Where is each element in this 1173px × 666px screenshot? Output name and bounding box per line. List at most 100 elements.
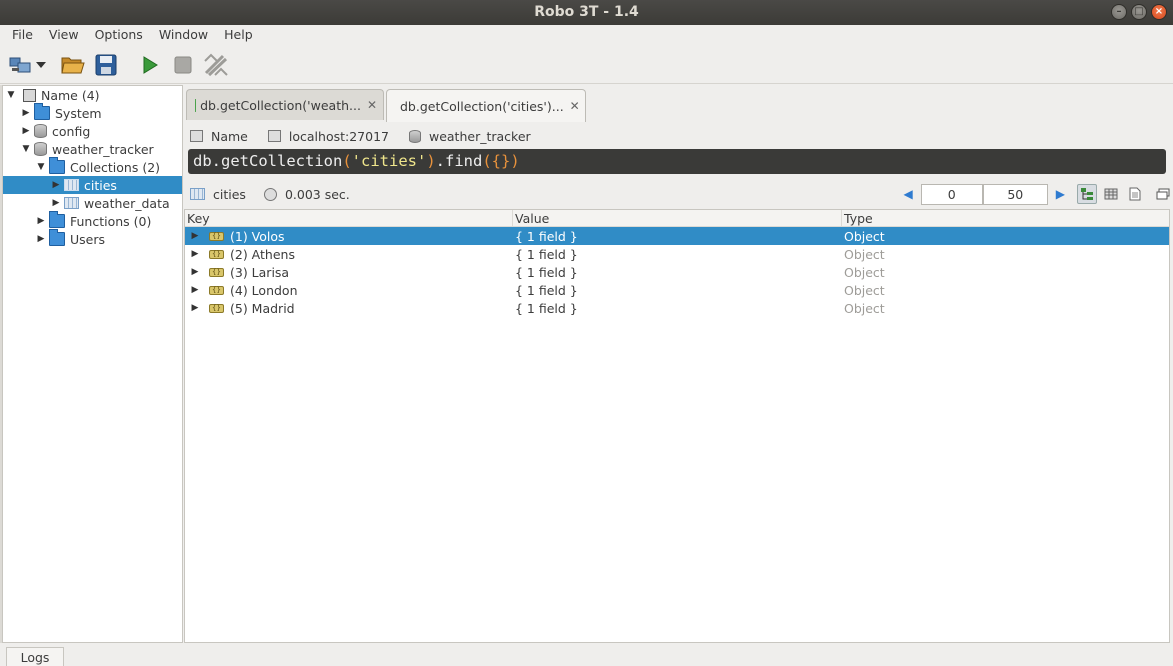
expand-arrow-icon[interactable]: ▶ bbox=[50, 198, 62, 208]
row-type: Object bbox=[844, 228, 885, 244]
tab-weather-data[interactable]: db.getCollection('weath... ✕ bbox=[186, 89, 384, 120]
close-icon[interactable]: × bbox=[1151, 4, 1167, 20]
execute-icon[interactable] bbox=[135, 50, 165, 80]
expand-arrow-icon[interactable]: ▶ bbox=[189, 267, 201, 277]
tree-item-label: Functions (0) bbox=[70, 213, 152, 229]
folder-icon bbox=[49, 211, 65, 228]
server-icon bbox=[23, 88, 36, 102]
tree-view-icon[interactable] bbox=[1077, 184, 1097, 204]
column-header-type[interactable]: Type bbox=[842, 210, 1169, 226]
tree-item-users[interactable]: ▶ Users bbox=[3, 229, 182, 248]
tree-item-functions[interactable]: ▶ Functions (0) bbox=[3, 211, 182, 230]
tab-close-icon[interactable]: ✕ bbox=[570, 99, 580, 113]
menu-view[interactable]: View bbox=[41, 25, 87, 46]
save-icon[interactable] bbox=[91, 50, 121, 80]
logs-tab[interactable]: Logs bbox=[6, 647, 64, 666]
window-title: Robo 3T - 1.4 bbox=[534, 4, 639, 20]
text-view-icon[interactable] bbox=[1125, 184, 1145, 204]
tree-item-label: cities bbox=[84, 177, 117, 193]
table-row[interactable]: ▶ {} (1) Volos { 1 field } Object bbox=[185, 227, 1169, 245]
column-header-key[interactable]: Key bbox=[185, 210, 513, 226]
maximize-icon[interactable]: □ bbox=[1131, 4, 1147, 20]
database-icon bbox=[34, 124, 47, 138]
expand-arrow-icon[interactable]: ▼ bbox=[35, 162, 47, 172]
table-row[interactable]: ▶ {} (5) Madrid { 1 field } Object bbox=[185, 299, 1169, 317]
format-icon[interactable] bbox=[201, 50, 231, 80]
expand-arrow-icon[interactable]: ▶ bbox=[35, 216, 47, 226]
skip-input[interactable]: 0 bbox=[920, 183, 983, 205]
database-info: weather_tracker bbox=[405, 129, 531, 144]
expand-arrow-icon[interactable]: ▶ bbox=[189, 231, 201, 241]
tree-item-weather-tracker[interactable]: ▼ weather_tracker bbox=[3, 140, 182, 158]
object-icon: {} bbox=[209, 285, 224, 295]
stop-icon[interactable] bbox=[168, 50, 198, 80]
limit-input[interactable]: 50 bbox=[982, 183, 1048, 205]
query-editor[interactable]: db.getCollection('cities').find({}) bbox=[188, 149, 1166, 174]
computer-icon bbox=[190, 130, 203, 142]
row-key: (2) Athens bbox=[230, 246, 295, 262]
menu-help[interactable]: Help bbox=[216, 25, 261, 46]
tree-item-label: weather_tracker bbox=[52, 141, 154, 157]
results-collection: cities bbox=[213, 186, 246, 202]
row-type: Object bbox=[844, 264, 885, 280]
expand-arrow-icon[interactable]: ▶ bbox=[35, 234, 47, 244]
row-value: { 1 field } bbox=[515, 246, 578, 262]
column-header-value[interactable]: Value bbox=[513, 210, 842, 226]
tree-item-label: Name (4) bbox=[41, 87, 100, 103]
database-icon bbox=[34, 142, 47, 156]
menu-options[interactable]: Options bbox=[87, 25, 151, 46]
expand-arrow-icon[interactable]: ▶ bbox=[20, 108, 32, 118]
pagination: ◀ 0 50 ▶ bbox=[896, 181, 1173, 207]
expand-arrow-icon[interactable]: ▶ bbox=[189, 249, 201, 259]
row-key: (5) Madrid bbox=[230, 300, 295, 316]
folder-icon bbox=[49, 229, 65, 246]
next-page-icon[interactable]: ▶ bbox=[1056, 187, 1065, 201]
expand-arrow-icon[interactable]: ▶ bbox=[189, 303, 201, 313]
database-icon bbox=[408, 129, 421, 143]
tree-item-collections[interactable]: ▼ Collections (2) bbox=[3, 157, 182, 176]
folder-icon bbox=[49, 157, 65, 174]
clock-icon bbox=[263, 187, 277, 201]
expand-arrow-icon[interactable]: ▶ bbox=[50, 180, 62, 190]
tree-item-system[interactable]: ▶ System bbox=[3, 103, 182, 122]
tab-close-icon[interactable]: ✕ bbox=[367, 98, 377, 112]
row-value: { 1 field } bbox=[515, 300, 578, 316]
window-controls: – □ × bbox=[1111, 4, 1167, 20]
tree-item-weather-data[interactable]: ▶ weather_data bbox=[3, 194, 182, 212]
tab-label: db.getCollection('cities')... bbox=[400, 98, 564, 114]
table-row[interactable]: ▶ {} (4) London { 1 field } Object bbox=[185, 281, 1169, 299]
table-row[interactable]: ▶ {} (3) Larisa { 1 field } Object bbox=[185, 263, 1169, 281]
menu-window[interactable]: Window bbox=[151, 25, 216, 46]
tab-cities[interactable]: db.getCollection('cities')... ✕ bbox=[386, 89, 586, 122]
row-key: (3) Larisa bbox=[230, 264, 290, 280]
tree-item-cities[interactable]: ▶ cities bbox=[3, 176, 182, 194]
menu-file[interactable]: File bbox=[4, 25, 41, 46]
host-info: localhost:27017 bbox=[264, 129, 389, 144]
query-tabs: db.getCollection('weath... ✕ db.getColle… bbox=[186, 89, 588, 122]
table-view-icon[interactable] bbox=[1101, 184, 1121, 204]
collection-icon bbox=[190, 188, 205, 200]
tree-item-connection[interactable]: ▼ Name (4) bbox=[3, 86, 182, 104]
server-icon bbox=[267, 130, 281, 142]
tree-item-label: weather_data bbox=[84, 195, 170, 211]
query-close-paren: ) bbox=[426, 152, 436, 170]
table-header: Key Value Type bbox=[185, 210, 1169, 227]
expand-arrow-icon[interactable]: ▼ bbox=[20, 144, 32, 154]
expand-arrow-icon[interactable]: ▼ bbox=[5, 90, 17, 100]
open-folder-icon[interactable] bbox=[58, 50, 88, 80]
query-info-bar: Name localhost:27017 weather_tracker bbox=[186, 125, 547, 147]
tree-item-config[interactable]: ▶ config bbox=[3, 122, 182, 140]
table-row[interactable]: ▶ {} (2) Athens { 1 field } Object bbox=[185, 245, 1169, 263]
row-key: (4) London bbox=[230, 282, 298, 298]
connect-icon[interactable] bbox=[8, 50, 34, 80]
maximize-results-icon[interactable] bbox=[1153, 184, 1173, 204]
dropdown-arrow-icon[interactable] bbox=[34, 50, 48, 80]
previous-page-icon[interactable]: ◀ bbox=[904, 187, 913, 201]
connection-name: Name bbox=[211, 128, 248, 144]
row-type: Object bbox=[844, 246, 885, 262]
expand-arrow-icon[interactable]: ▶ bbox=[189, 285, 201, 295]
explorer-tree: ▼ Name (4) ▶ System ▶ config ▼ weather_t… bbox=[2, 85, 183, 643]
tab-label: db.getCollection('weath... bbox=[200, 97, 361, 113]
minimize-icon[interactable]: – bbox=[1111, 4, 1127, 20]
expand-arrow-icon[interactable]: ▶ bbox=[20, 126, 32, 136]
